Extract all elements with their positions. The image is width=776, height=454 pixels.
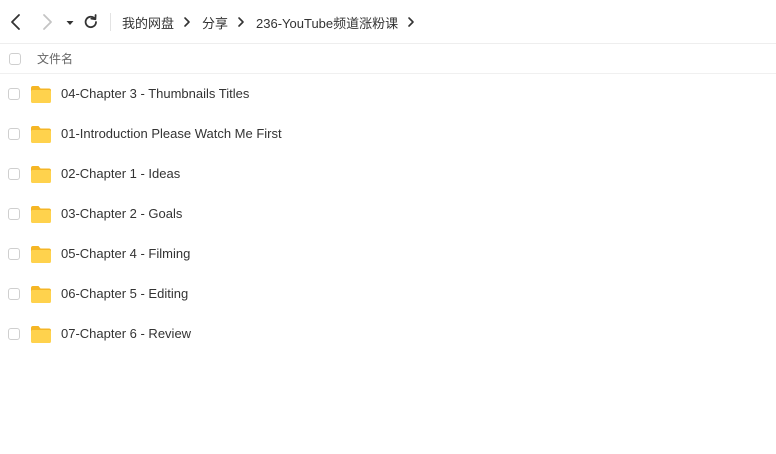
select-all-checkbox[interactable]	[9, 53, 21, 65]
column-header-filename[interactable]: 文件名	[37, 44, 73, 74]
file-name[interactable]: 01-Introduction Please Watch Me First	[61, 114, 282, 154]
folder-icon	[30, 324, 52, 344]
file-row[interactable]: 04-Chapter 3 - Thumbnails Titles	[0, 74, 776, 114]
caret-down-icon	[66, 21, 74, 25]
row-checkbox[interactable]	[8, 88, 20, 100]
file-name[interactable]: 04-Chapter 3 - Thumbnails Titles	[61, 74, 249, 114]
row-checkbox[interactable]	[8, 128, 20, 140]
chevron-left-icon	[11, 14, 20, 30]
breadcrumb-separator-icon	[183, 16, 191, 28]
list-header: 文件名	[0, 44, 776, 74]
file-row[interactable]: 07-Chapter 6 - Review	[0, 314, 776, 354]
breadcrumb-item-share[interactable]: 分享	[202, 13, 228, 32]
forward-button[interactable]	[37, 12, 57, 32]
breadcrumb-separator-icon	[407, 16, 415, 28]
breadcrumb: 我的网盘 分享 236-YouTube频道涨粉课	[122, 0, 426, 44]
file-row[interactable]: 01-Introduction Please Watch Me First	[0, 114, 776, 154]
file-row[interactable]: 06-Chapter 5 - Editing	[0, 274, 776, 314]
file-row[interactable]: 05-Chapter 4 - Filming	[0, 234, 776, 274]
row-checkbox[interactable]	[8, 288, 20, 300]
folder-icon	[30, 124, 52, 144]
breadcrumb-separator-icon	[237, 16, 245, 28]
file-name[interactable]: 07-Chapter 6 - Review	[61, 314, 191, 354]
back-button[interactable]	[6, 12, 26, 32]
row-checkbox[interactable]	[8, 328, 20, 340]
chevron-right-icon	[43, 14, 52, 30]
row-checkbox[interactable]	[8, 168, 20, 180]
folder-icon	[30, 244, 52, 264]
file-name[interactable]: 06-Chapter 5 - Editing	[61, 274, 188, 314]
file-name[interactable]: 02-Chapter 1 - Ideas	[61, 154, 180, 194]
folder-icon	[30, 84, 52, 104]
file-list: 04-Chapter 3 - Thumbnails Titles 01-Intr…	[0, 74, 776, 354]
refresh-button[interactable]	[81, 12, 101, 32]
file-row[interactable]: 02-Chapter 1 - Ideas	[0, 154, 776, 194]
folder-icon	[30, 164, 52, 184]
folder-icon	[30, 284, 52, 304]
refresh-icon	[84, 14, 97, 29]
file-name[interactable]: 03-Chapter 2 - Goals	[61, 194, 182, 234]
toolbar: 我的网盘 分享 236-YouTube频道涨粉课	[0, 0, 776, 44]
row-checkbox[interactable]	[8, 248, 20, 260]
breadcrumb-item-my-drive[interactable]: 我的网盘	[122, 13, 174, 32]
file-name[interactable]: 05-Chapter 4 - Filming	[61, 234, 190, 274]
toolbar-divider	[110, 13, 111, 31]
file-row[interactable]: 03-Chapter 2 - Goals	[0, 194, 776, 234]
breadcrumb-item-current-folder[interactable]: 236-YouTube频道涨粉课	[256, 13, 398, 32]
history-dropdown-button[interactable]	[63, 12, 77, 32]
folder-icon	[30, 204, 52, 224]
row-checkbox[interactable]	[8, 208, 20, 220]
